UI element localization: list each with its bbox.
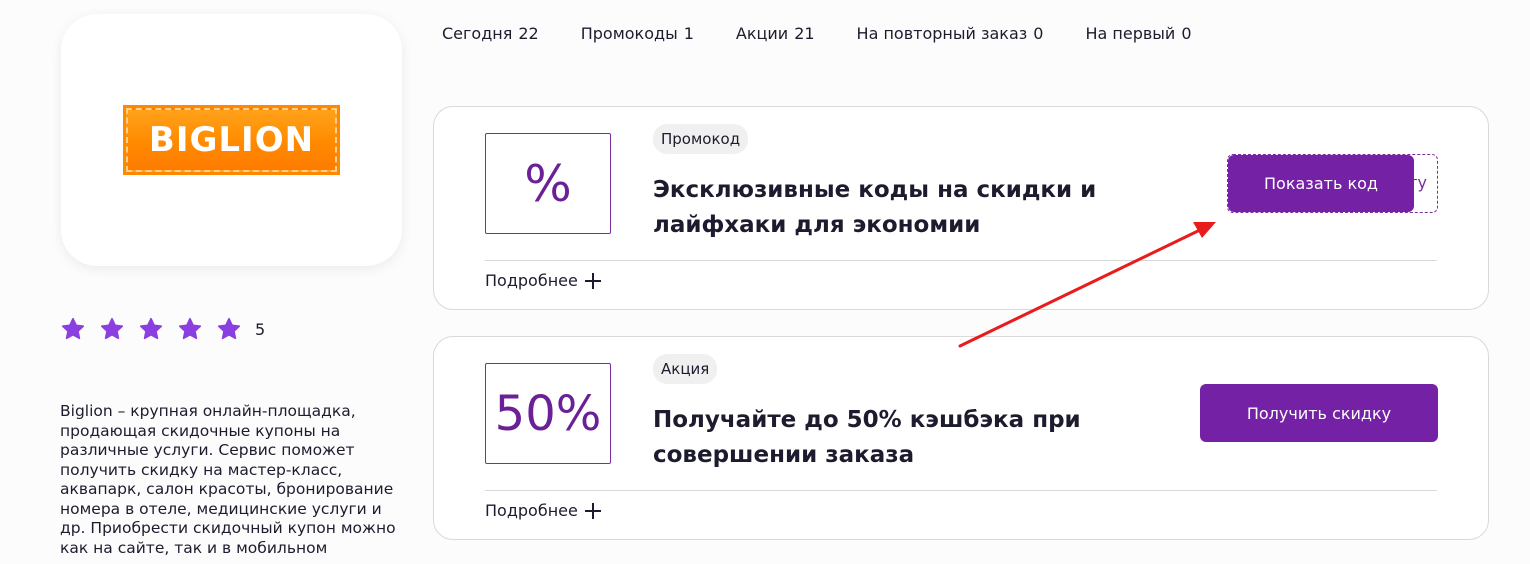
offer-card-promocode: % Промокод Эксклюзивные коды на скидки и…	[433, 106, 1489, 310]
tab-today[interactable]: Сегодня 22	[442, 24, 539, 43]
tab-first-order[interactable]: На первый 0	[1085, 24, 1191, 43]
more-details-toggle[interactable]: Подробнее	[485, 271, 601, 290]
offer-title: Эксклюзивные коды на скидки и лайфхаки д…	[653, 177, 1097, 238]
offer-type-pill: Акция	[653, 354, 718, 384]
tab-promocodes[interactable]: Промокоды 1	[581, 24, 694, 43]
tab-label: На первый	[1085, 24, 1176, 43]
offer-filter-tabs: Сегодня 22 Промокоды 1 Акции 21 На повторны…	[442, 24, 1234, 43]
logo-text: BIGLION	[148, 120, 315, 160]
tab-label: На повторный заказ	[856, 24, 1028, 43]
star-icon	[178, 317, 202, 340]
star-icon	[100, 317, 124, 340]
tab-label: Сегодня	[442, 24, 513, 43]
store-logo-card: BIGLION	[61, 14, 402, 266]
store-description: Biglion – крупная онлайн-площадка, прода…	[60, 402, 396, 557]
rating-value: 5	[255, 319, 266, 339]
offer-card-promotion: 50% Акция Получайте до 50% кэшбэка при с…	[433, 336, 1489, 540]
tab-label: Акции	[735, 24, 789, 43]
plus-icon	[584, 502, 601, 519]
get-discount-button[interactable]: Получить скидку	[1200, 384, 1438, 442]
promo-code-reveal[interactable]: ту Показать код	[1227, 154, 1438, 213]
offer-badge: %	[485, 133, 611, 234]
tab-count: 0	[1033, 24, 1044, 43]
biglion-logo: BIGLION	[123, 105, 340, 175]
more-details-label: Подробнее	[485, 271, 578, 290]
tab-repeat-order[interactable]: На повторный заказ 0	[857, 24, 1044, 43]
tab-count: 21	[794, 24, 815, 43]
star-icon	[139, 317, 163, 340]
tab-promotions[interactable]: Акции 21	[736, 24, 815, 43]
card-divider	[485, 490, 1437, 491]
more-details-label: Подробнее	[485, 501, 578, 520]
show-code-button[interactable]: Показать код	[1228, 155, 1414, 212]
star-icon	[61, 317, 85, 340]
more-details-toggle[interactable]: Подробнее	[485, 501, 601, 520]
tab-count: 1	[683, 24, 694, 43]
star-icon	[217, 317, 241, 340]
store-rating: 5	[60, 316, 265, 342]
tab-count: 22	[518, 24, 539, 43]
offer-badge: 50%	[485, 363, 611, 464]
tab-label: Промокоды	[580, 24, 678, 43]
card-divider	[485, 260, 1437, 261]
plus-icon	[584, 272, 601, 289]
offer-type-pill: Промокод	[653, 124, 749, 154]
offer-title: Получайте до 50% кэшбэка при совершении …	[653, 407, 1081, 468]
tab-count: 0	[1181, 24, 1192, 43]
